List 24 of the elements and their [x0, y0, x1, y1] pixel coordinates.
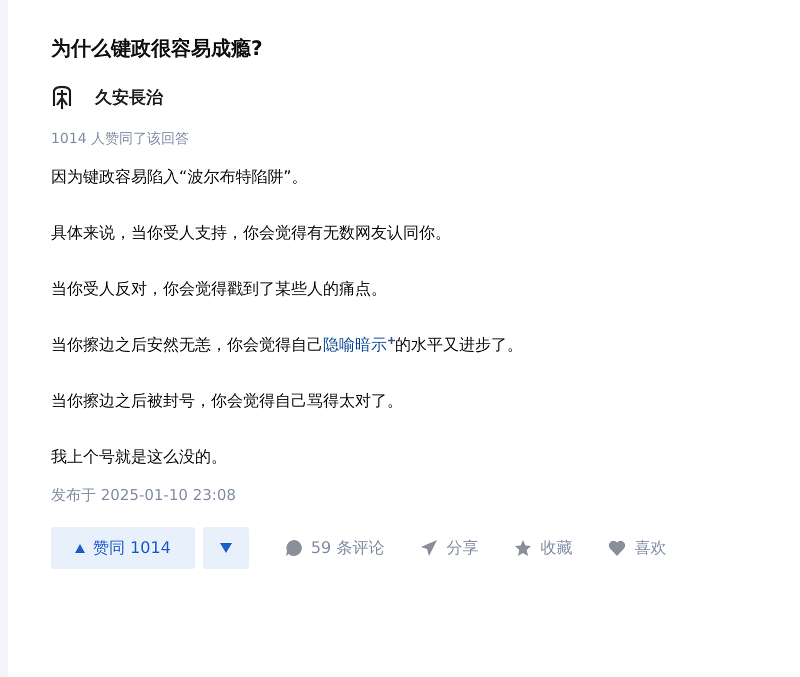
heart-icon — [608, 539, 626, 557]
avatar-icon[interactable] — [51, 84, 73, 110]
upvote-button[interactable]: 赞同 1014 — [51, 527, 195, 569]
publish-date: 发布于 2025-01-10 23:08 — [51, 485, 237, 505]
paper-plane-icon — [420, 539, 438, 557]
comments-button[interactable]: 59 条评论 — [284, 538, 384, 558]
author-name[interactable]: 久安長治 — [95, 86, 163, 108]
favorite-button[interactable]: 收藏 — [514, 538, 572, 558]
answer-paragraph: 具体来说，当你受人支持，你会觉得有无数网友认同你。 — [51, 222, 452, 244]
triangle-up-icon — [75, 544, 85, 552]
speech-bubble-icon — [284, 539, 303, 557]
vote-summary: 1014 人赞同了该回答 — [51, 130, 190, 149]
answer-paragraph: 当你擦边之后安然无恙，你会觉得自己隐喻暗示 的水平又进步了。 — [51, 334, 524, 356]
answer-paragraph: 我上个号就是这么没的。 — [51, 446, 228, 468]
star-icon — [514, 539, 532, 557]
share-button[interactable]: 分享 — [420, 538, 478, 558]
search-link[interactable]: 隐喻暗示 — [323, 335, 395, 354]
like-button[interactable]: 喜欢 — [608, 538, 666, 558]
answer-paragraph: 当你擦边之后被封号，你会觉得自己骂得太对了。 — [51, 390, 404, 412]
question-title[interactable]: 为什么键政很容易成瘾? — [51, 30, 780, 66]
answer-paragraph: 因为键政容易陷入“波尔布特陷阱”。 — [51, 166, 309, 188]
answer-paragraph: 当你受人反对，你会觉得戳到了某些人的痛点。 — [51, 278, 388, 300]
downvote-button[interactable] — [202, 527, 249, 569]
triangle-down-icon — [220, 543, 232, 553]
